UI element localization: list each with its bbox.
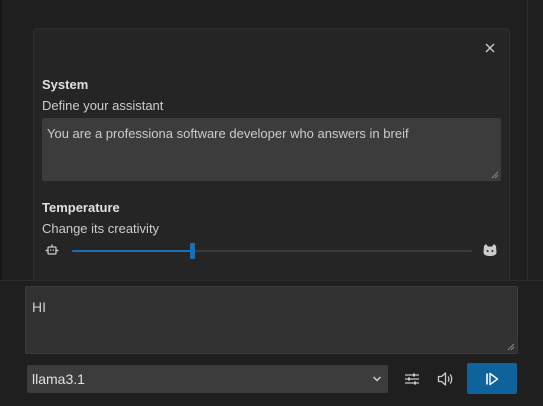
system-prompt-text: You are a professiona software developer…	[47, 126, 409, 141]
resize-grip-icon[interactable]	[507, 343, 515, 351]
robot-icon	[45, 244, 59, 255]
system-description: Define your assistant	[42, 98, 164, 113]
model-select[interactable]: llama3.1	[27, 365, 388, 393]
scrollbar-track[interactable]	[527, 0, 528, 280]
send-icon	[486, 372, 499, 385]
close-button[interactable]	[482, 40, 498, 56]
cat-icon	[483, 244, 497, 256]
send-button[interactable]	[467, 363, 517, 394]
temperature-description: Change its creativity	[42, 221, 160, 236]
temperature-slider-fill	[72, 250, 192, 252]
temperature-slider-track[interactable]	[72, 243, 472, 259]
settings-button[interactable]	[401, 368, 423, 390]
sliders-icon	[405, 373, 419, 385]
speaker-button[interactable]	[435, 368, 457, 390]
chevron-down-icon	[372, 376, 382, 382]
temperature-slider-row	[42, 242, 501, 260]
model-select-value: llama3.1	[32, 371, 85, 387]
settings-panel: System Define your assistant You are a p…	[33, 28, 510, 280]
editor-edge	[0, 0, 2, 280]
chat-input-text: HI	[32, 299, 46, 315]
temperature-slider-thumb[interactable]	[190, 243, 195, 259]
system-title: System	[42, 77, 89, 92]
resize-grip-icon[interactable]	[491, 171, 499, 179]
chat-input[interactable]: HI	[25, 286, 518, 354]
close-icon	[485, 43, 495, 53]
system-prompt-textarea[interactable]: You are a professiona software developer…	[42, 118, 501, 181]
panel-divider	[0, 280, 543, 281]
temperature-title: Temperature	[42, 200, 120, 215]
speaker-icon	[437, 372, 453, 386]
